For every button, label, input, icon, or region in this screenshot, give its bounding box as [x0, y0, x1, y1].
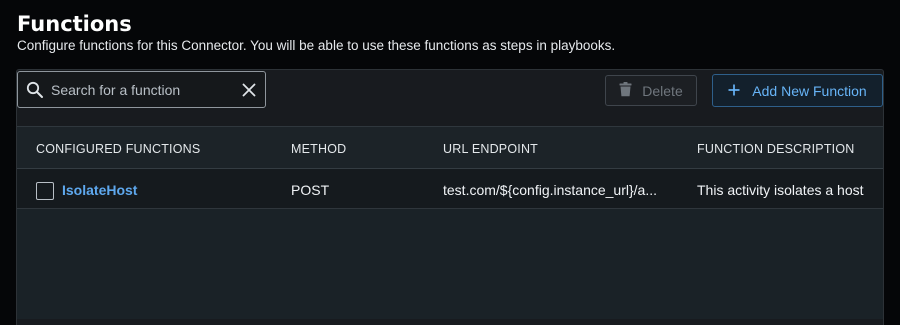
add-new-function-button[interactable]: Add New Function: [712, 74, 883, 107]
column-header-method[interactable]: METHOD: [291, 142, 346, 156]
page-subtitle: Configure functions for this Connector. …: [17, 38, 616, 53]
function-description: This activity isolates a host: [697, 182, 864, 198]
search-icon: [18, 72, 51, 107]
trash-icon: [619, 81, 632, 100]
functions-table: CONFIGURED FUNCTIONS METHOD URL ENDPOINT…: [17, 126, 883, 319]
function-method: POST: [291, 182, 330, 198]
functions-page: Functions Configure functions for this C…: [0, 0, 900, 325]
column-header-configured-functions[interactable]: CONFIGURED FUNCTIONS: [36, 142, 200, 156]
column-header-function-description[interactable]: FUNCTION DESCRIPTION: [697, 142, 854, 156]
table-header: CONFIGURED FUNCTIONS METHOD URL ENDPOINT…: [17, 127, 883, 169]
page-title: Functions: [17, 12, 132, 36]
delete-button[interactable]: Delete: [605, 75, 697, 106]
function-name-link[interactable]: IsolateHost: [62, 182, 137, 198]
delete-button-label: Delete: [642, 82, 683, 99]
table-row[interactable]: IsolateHost POST test.com/${config.insta…: [17, 169, 883, 209]
function-url-endpoint: test.com/${config.instance_url}/a...: [443, 182, 658, 198]
search-box[interactable]: [17, 71, 266, 108]
add-button-label: Add New Function: [752, 82, 867, 99]
column-header-url-endpoint[interactable]: URL ENDPOINT: [443, 142, 538, 156]
plus-icon: [728, 83, 740, 99]
close-icon[interactable]: [232, 72, 265, 107]
search-input[interactable]: [51, 72, 232, 107]
row-checkbox[interactable]: [36, 182, 54, 200]
